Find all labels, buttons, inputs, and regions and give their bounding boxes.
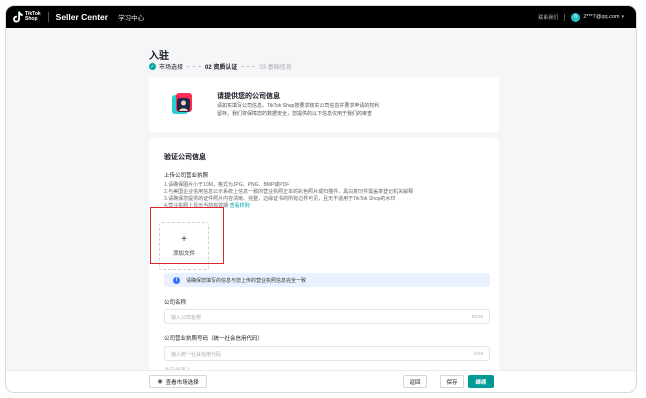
license-number-char-count: 0/18 xyxy=(474,351,483,356)
notice-text: 请确保您填写的信息与您上传的营业执照信息完全一致 xyxy=(186,277,307,284)
step-label: 02 资质认证 xyxy=(205,65,238,71)
verify-company-card: 验证公司信息 上传公司营业执照 1.请确保图片小于10M，格式为JPG、PNG、… xyxy=(149,138,499,392)
company-name-placeholder: 输入公司名称 xyxy=(171,315,202,321)
app-window: TikTok Shop Seller Center 学习中心 联系我们 h 2*… xyxy=(6,6,636,392)
license-number-placeholder: 输入统一社会信用代码 xyxy=(171,352,222,358)
app-title: Seller Center xyxy=(55,12,109,22)
check-icon: ✓ xyxy=(149,63,156,70)
upload-rule: 2.与美国企业信用信息公示系统上信息一致的营业执照正本的彩色照片或扫描件，黑白复… xyxy=(164,189,414,195)
logo-wordmark: TikTok Shop xyxy=(25,12,41,22)
chevron-down-icon[interactable]: ▾ xyxy=(621,14,624,20)
step-basic-info: 03 基础信息 xyxy=(259,62,291,71)
company-name-label: 公司名称 xyxy=(164,300,187,306)
info-desc-line2: 留存。我们将保障您的数据安全，您提供的以下信息仅用于我们的审查 xyxy=(217,111,373,117)
back-button[interactable]: 返回 xyxy=(403,375,427,388)
info-notice-banner: i 请确保您填写的信息与您上传的营业执照信息完全一致 xyxy=(164,273,490,287)
account-email[interactable]: 2***7@qq.com xyxy=(583,14,619,20)
top-navigation-bar: TikTok Shop Seller Center 学习中心 联系我们 h 2*… xyxy=(6,6,636,28)
avatar[interactable]: h xyxy=(571,12,581,22)
save-button[interactable]: 保存 xyxy=(440,375,464,388)
continue-button[interactable]: 继续 xyxy=(468,375,494,388)
info-card-description: 请如实填写公司信息。TikTok Shop按要求核实公司信息并要求申请的权利 留… xyxy=(217,102,417,118)
footer-action-bar: ◉ 查看市场选择 返回 保存 继续 xyxy=(6,370,636,392)
upload-rule: 1.请确保图片小于10M，格式为JPG、PNG、BMP或PDF xyxy=(164,182,290,188)
document-illustration-icon xyxy=(168,90,196,118)
tiktok-logo-icon xyxy=(13,11,23,23)
view-market-selection-button[interactable]: ◉ 查看市场选择 xyxy=(149,375,207,388)
info-desc-line1: 请如实填写公司信息。TikTok Shop按要求核实公司信息并要求申请的权利 xyxy=(217,103,380,109)
upload-rules: 1.请确保图片小于10M，格式为JPG、PNG、BMP或PDF 2.与美国企业信… xyxy=(164,182,484,210)
license-number-label: 公司营业执照号码（统一社会信用代码） xyxy=(164,336,264,342)
info-icon: i xyxy=(173,276,180,284)
info-card-title: 请提供您的公司信息 xyxy=(217,93,280,100)
step-connector xyxy=(187,66,202,67)
page-title: 入驻 xyxy=(149,51,169,62)
header-right-group: 联系我们 h 2***7@qq.com ▾ xyxy=(538,6,624,28)
step-label: 03 基础信息 xyxy=(259,65,292,71)
company-name-input[interactable]: 输入公司名称 0/120 xyxy=(164,309,490,324)
learning-center-link[interactable]: 学习中心 xyxy=(118,12,144,22)
onboarding-steps: ✓ 市场选择 02 资质认证 03 基础信息 xyxy=(149,62,292,71)
step-market-selection: ✓ 市场选择 xyxy=(149,62,183,71)
step-label: 市场选择 xyxy=(159,65,184,71)
license-number-input[interactable]: 输入统一社会信用代码 0/18 xyxy=(164,346,490,361)
view-market-label: 查看市场选择 xyxy=(165,379,199,386)
upload-rule: 3.请确保您提供的证件照片内容清晰、完整，边缘证书的所有边界可见，且无不适用于T… xyxy=(164,196,396,202)
highlight-annotation-frame xyxy=(150,207,224,264)
step-qualification: 02 资质认证 xyxy=(205,62,237,71)
company-info-intro-card: 请提供您的公司信息 请如实填写公司信息。TikTok Shop按要求核实公司信息… xyxy=(149,77,499,132)
section-title: 验证公司信息 xyxy=(164,154,206,161)
eye-icon: ◉ xyxy=(157,379,163,385)
logo-text-line2: Shop xyxy=(25,16,38,22)
tiktok-shop-logo[interactable]: TikTok Shop xyxy=(13,11,41,23)
header-divider xyxy=(47,12,49,22)
contact-us-link[interactable]: 联系我们 xyxy=(538,14,558,21)
step-connector xyxy=(241,66,256,67)
upload-license-label: 上传公司营业执照 xyxy=(164,173,209,179)
company-name-char-count: 0/120 xyxy=(471,314,483,319)
view-example-link[interactable]: 查看样例 xyxy=(230,203,250,209)
header-right-divider xyxy=(564,13,566,21)
